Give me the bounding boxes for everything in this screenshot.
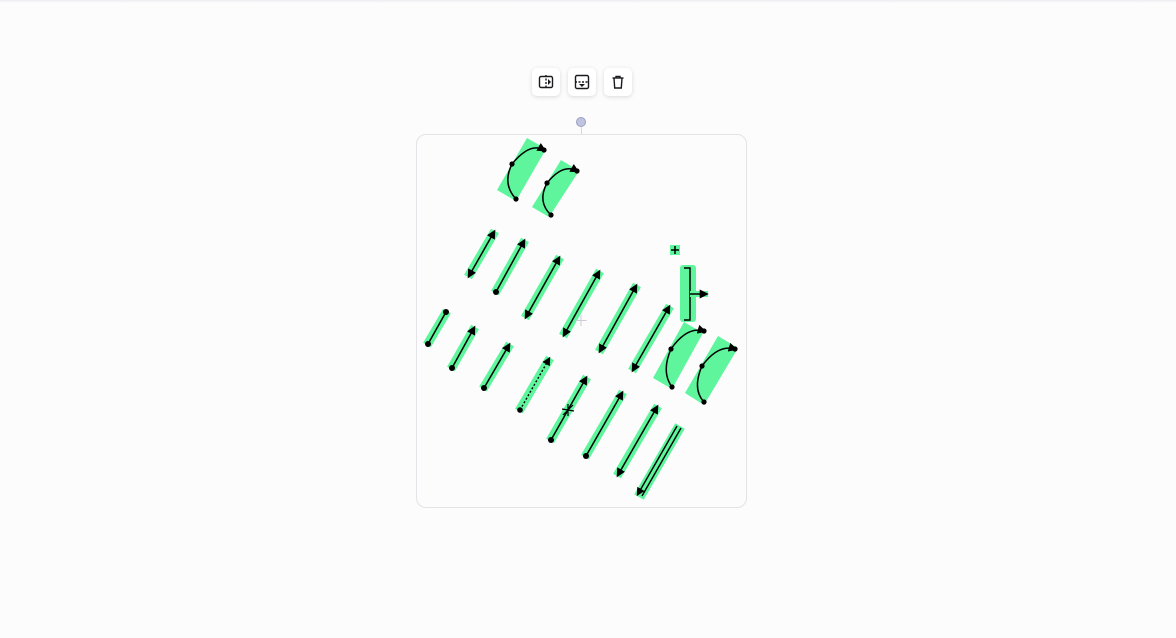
rotation-handle[interactable] xyxy=(576,117,586,127)
top-edge xyxy=(0,0,1176,3)
plus-icon[interactable] xyxy=(670,245,680,255)
flip-vertical-button[interactable] xyxy=(568,68,596,96)
rotation-handle-stem xyxy=(580,127,582,134)
delete-button[interactable] xyxy=(604,68,632,96)
trash-icon xyxy=(612,75,624,89)
flip-horizontal-button[interactable] xyxy=(532,68,560,96)
selection-toolbar xyxy=(532,68,634,96)
selection-frame[interactable] xyxy=(416,134,747,508)
flip-vertical-icon xyxy=(574,74,590,90)
flip-horizontal-icon xyxy=(538,75,554,89)
